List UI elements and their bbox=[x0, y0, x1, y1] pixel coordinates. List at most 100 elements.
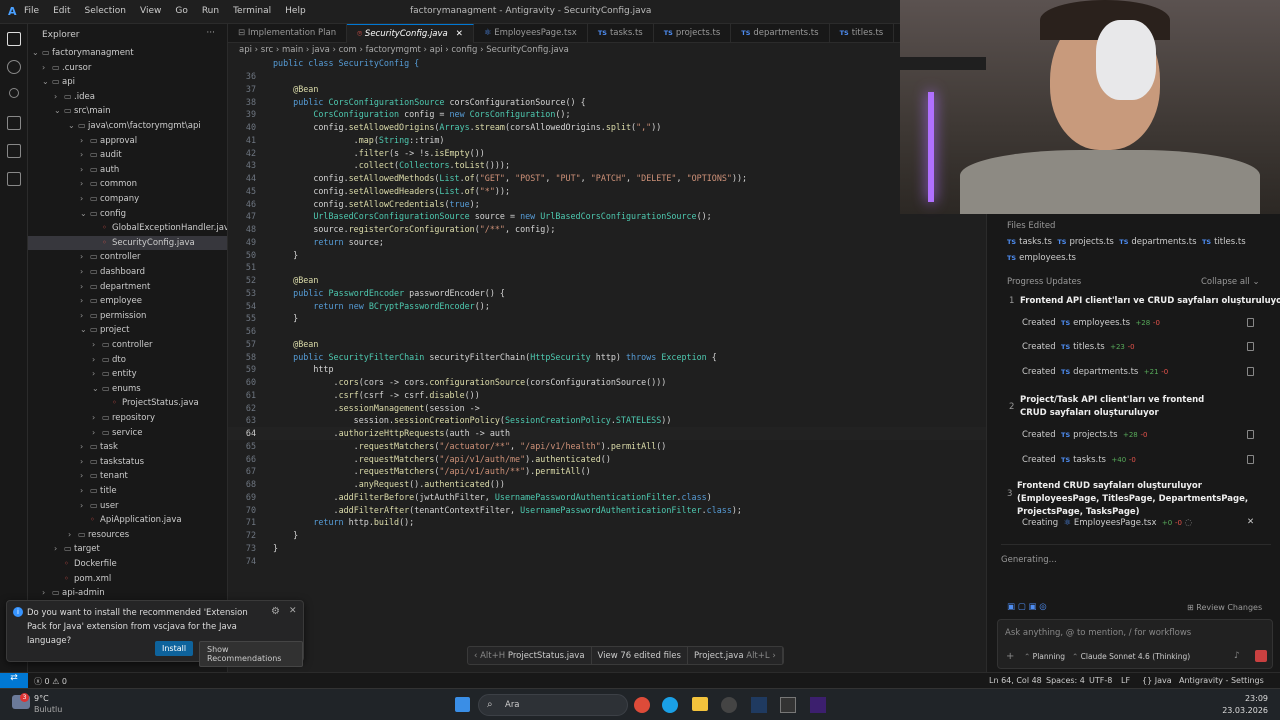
tree-item[interactable]: › ▭ entity bbox=[28, 367, 227, 381]
close-icon[interactable]: ✕ bbox=[289, 606, 297, 616]
tab-tasks[interactable]: TS tasks.ts bbox=[588, 24, 654, 43]
tree-item[interactable]: › ▭ controller bbox=[28, 338, 227, 352]
antigravity-taskbar-icon[interactable] bbox=[751, 697, 767, 713]
tree-item[interactable]: ⌄ ▭ project bbox=[28, 323, 227, 337]
tab-implementation-plan[interactable]: ⊟ Implementation Plan bbox=[228, 24, 348, 43]
tree-item[interactable]: › ▭ taskstatus bbox=[28, 455, 227, 469]
tree-item[interactable]: › ▭ approval bbox=[28, 134, 227, 148]
document-icon[interactable] bbox=[1247, 367, 1254, 376]
tree-item[interactable]: › ▭ department bbox=[28, 280, 227, 294]
tree-item[interactable]: › ▭ title bbox=[28, 484, 227, 498]
view-edited-files-button[interactable]: View 76 edited files bbox=[592, 647, 688, 664]
document-icon[interactable] bbox=[1247, 318, 1254, 327]
indentation[interactable]: Spaces: 4 bbox=[1046, 676, 1085, 685]
tree-item[interactable]: › ▭ user bbox=[28, 499, 227, 513]
tree-item[interactable]: › ▭ .cursor bbox=[28, 61, 227, 75]
install-button[interactable]: Install bbox=[155, 641, 194, 656]
edited-file-employees[interactable]: TS employees.ts bbox=[1007, 253, 1076, 263]
source-control-icon[interactable] bbox=[9, 88, 19, 98]
created-tasks[interactable]: Created TS tasks.ts +40 -0 bbox=[1022, 455, 1136, 465]
file-explorer-icon[interactable] bbox=[692, 697, 708, 711]
prev-file-tab[interactable]: ‹ Alt+H ProjectStatus.java bbox=[468, 647, 592, 664]
tree-item[interactable]: ◦ ApiApplication.java bbox=[28, 513, 227, 527]
menu-view[interactable]: View bbox=[140, 6, 161, 16]
chat-input[interactable]: Ask anything, @ to mention, / for workfl… bbox=[1005, 628, 1191, 638]
clock-date[interactable]: 23.03.2026 bbox=[1218, 706, 1268, 715]
tree-item[interactable]: › ▭ dashboard bbox=[28, 265, 227, 279]
created-departments[interactable]: Created TS departments.ts +21 -0 bbox=[1022, 367, 1168, 377]
review-changes-button[interactable]: ⊞ Review Changes bbox=[1187, 603, 1262, 612]
tree-item[interactable]: › ▭ target bbox=[28, 542, 227, 556]
stop-button[interactable] bbox=[1255, 650, 1267, 662]
windows-start-icon[interactable] bbox=[455, 697, 470, 712]
tree-item[interactable]: › ▭ service bbox=[28, 426, 227, 440]
chat-input-box[interactable]: Ask anything, @ to mention, / for workfl… bbox=[997, 619, 1273, 669]
tree-item[interactable]: ⌄ ▭ src\main bbox=[28, 104, 227, 118]
menu-help[interactable]: Help bbox=[285, 6, 306, 16]
context-icons[interactable]: ▣ ▢ ▣ ◎ bbox=[1007, 602, 1047, 612]
menu-file[interactable]: File bbox=[24, 6, 39, 16]
show-recommendations-button[interactable]: Show Recommendations bbox=[199, 641, 303, 667]
close-icon[interactable]: ✕ bbox=[456, 29, 463, 39]
tab-projects[interactable]: TS projects.ts bbox=[654, 24, 732, 43]
creating-employeespage[interactable]: Creating ⚛ EmployeesPage.tsx +0 -0 ◌ bbox=[1022, 518, 1192, 528]
microphone-icon[interactable]: ♪ bbox=[1234, 651, 1240, 661]
terminal-icon[interactable] bbox=[780, 697, 796, 713]
line-ending[interactable]: LF bbox=[1121, 676, 1130, 685]
tab-titles[interactable]: TS titles.ts bbox=[830, 24, 895, 43]
model-selector[interactable]: ⌃ Claude Sonnet 4.6 (Thinking) bbox=[1072, 652, 1190, 661]
close-icon[interactable]: ✕ bbox=[1247, 517, 1254, 527]
tree-item[interactable]: › ▭ company bbox=[28, 192, 227, 206]
tab-departments[interactable]: TS departments.ts bbox=[731, 24, 830, 43]
problems-indicator[interactable]: ⓧ 0 ⚠ 0 bbox=[34, 676, 67, 687]
language-mode[interactable]: {} Java bbox=[1142, 676, 1172, 685]
next-file-tab[interactable]: Project.java Alt+L › bbox=[688, 647, 783, 664]
created-titles[interactable]: Created TS titles.ts +23 -0 bbox=[1022, 342, 1135, 352]
tree-item[interactable]: › ▭ task bbox=[28, 440, 227, 454]
menu-go[interactable]: Go bbox=[175, 6, 187, 16]
app-icon[interactable] bbox=[721, 697, 737, 713]
tree-item[interactable]: › ▭ audit bbox=[28, 148, 227, 162]
settings-link[interactable]: Antigravity - Settings bbox=[1179, 676, 1264, 685]
cursor-position[interactable]: Ln 64, Col 48 bbox=[989, 676, 1042, 685]
tree-item[interactable]: › ▭ employee bbox=[28, 294, 227, 308]
document-icon[interactable] bbox=[1247, 342, 1254, 351]
tree-item[interactable]: ◦ GlobalExceptionHandler.java bbox=[28, 221, 227, 235]
edited-file-departments[interactable]: TS departments.ts bbox=[1119, 237, 1196, 247]
chrome-icon[interactable] bbox=[634, 697, 650, 713]
tree-item[interactable]: › ▭ controller bbox=[28, 250, 227, 264]
collapse-all-button[interactable]: Collapse all ⌄ bbox=[1201, 277, 1260, 287]
tree-item[interactable]: ⌄ ▭ config bbox=[28, 207, 227, 221]
tree-item[interactable]: ⌄ ▭ java\com\factorymgmt\api bbox=[28, 119, 227, 133]
gear-icon[interactable]: ⚙ bbox=[271, 606, 280, 617]
edge-icon[interactable] bbox=[662, 697, 678, 713]
created-employees[interactable]: Created TS employees.ts +28 -0 bbox=[1022, 318, 1160, 328]
edited-file-titles[interactable]: TS titles.ts bbox=[1202, 237, 1246, 247]
tree-item[interactable]: › ▭ resources bbox=[28, 528, 227, 542]
menu-selection[interactable]: Selection bbox=[85, 6, 126, 16]
taskbar-search[interactable]: ⌕ Ara bbox=[478, 694, 628, 716]
mode-selector[interactable]: ⌃ Planning bbox=[1024, 652, 1065, 661]
tree-item[interactable]: › ▭ repository bbox=[28, 411, 227, 425]
tree-item[interactable]: › ▭ .idea bbox=[28, 90, 227, 104]
tree-item[interactable]: ⌄ ▭ enums bbox=[28, 382, 227, 396]
tree-item[interactable]: ◦ ProjectStatus.java bbox=[28, 396, 227, 410]
breadcrumb[interactable]: api › src › main › java › com › factorym… bbox=[228, 43, 900, 57]
document-icon[interactable] bbox=[1247, 430, 1254, 439]
more-actions-icon[interactable]: ··· bbox=[206, 28, 215, 38]
extensions-icon[interactable] bbox=[7, 172, 21, 186]
tree-item[interactable]: ◦ SecurityConfig.java bbox=[28, 235, 227, 250]
tab-employeespage[interactable]: ⚛ EmployeesPage.tsx bbox=[474, 24, 588, 43]
tab-securityconfig[interactable]: ⌾ SecurityConfig.java ✕ bbox=[347, 24, 474, 43]
tree-item[interactable]: ◦ pom.xml bbox=[28, 572, 227, 586]
add-context-icon[interactable]: + bbox=[1006, 651, 1014, 662]
menu-edit[interactable]: Edit bbox=[53, 6, 70, 16]
tree-item[interactable]: ◦ Dockerfile bbox=[28, 557, 227, 571]
tree-item[interactable]: ⌄ ▭ api bbox=[28, 75, 227, 89]
ide-icon[interactable] bbox=[810, 697, 826, 713]
tree-item[interactable]: ⌄ ▭ factorymanagment bbox=[28, 46, 227, 60]
edited-file-projects[interactable]: TS projects.ts bbox=[1057, 237, 1114, 247]
created-projects[interactable]: Created TS projects.ts +28 -0 bbox=[1022, 430, 1147, 440]
edited-file-tasks[interactable]: TS tasks.ts bbox=[1007, 237, 1052, 247]
code-editor[interactable]: public class SecurityConfig { 36 37 @Bean… bbox=[228, 57, 986, 672]
